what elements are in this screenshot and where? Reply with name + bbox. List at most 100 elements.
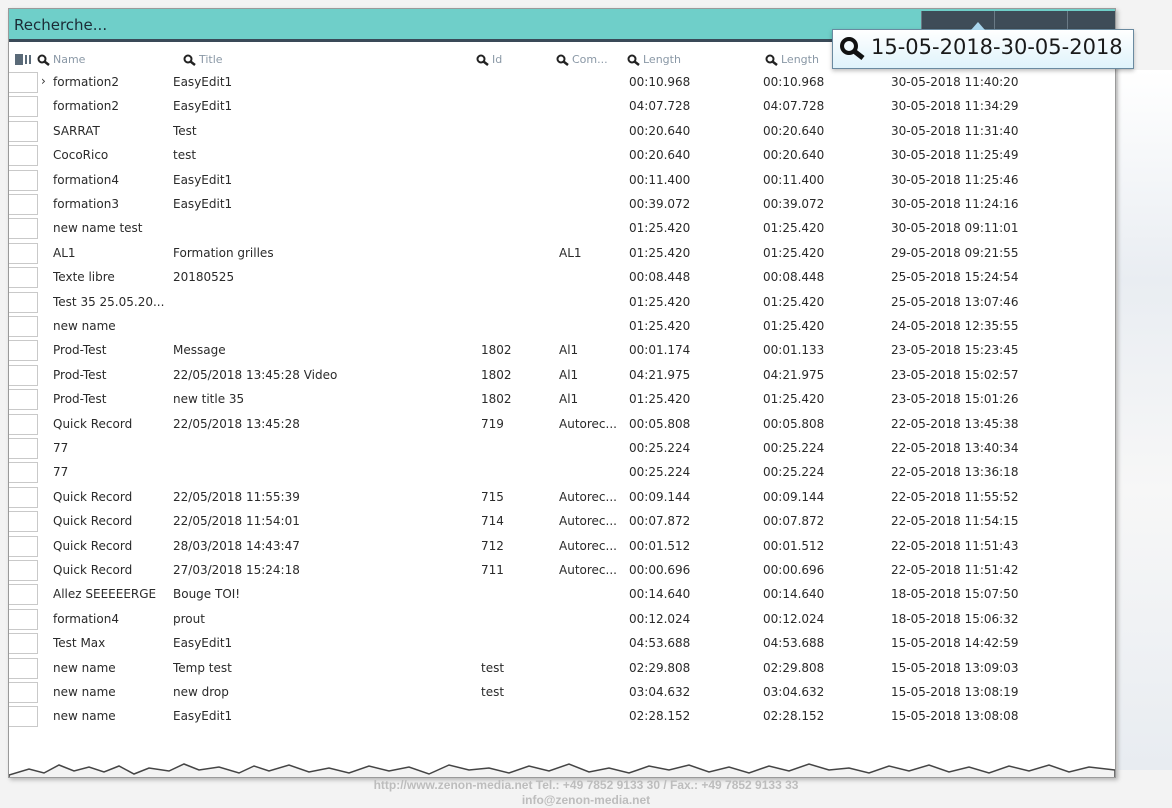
- row-selector[interactable]: [9, 389, 38, 411]
- cell-length2: 00:05.808: [763, 416, 825, 431]
- table-row[interactable]: new name Temp test test 02:29.808 02:29.808 1…: [9, 656, 1115, 680]
- cell-date: 18-05-2018 15:06:32: [891, 611, 1019, 626]
- cell-id: 1802: [481, 392, 512, 407]
- table-row[interactable]: Test 35 25.05.20... 01:25.420 01:25.420 25-…: [9, 290, 1115, 314]
- row-selector[interactable]: [9, 413, 38, 435]
- row-selector[interactable]: [9, 657, 38, 679]
- row-selector[interactable]: [9, 364, 38, 386]
- row-selector[interactable]: [9, 608, 38, 630]
- column-header-com[interactable]: Com...: [556, 53, 608, 66]
- column-chooser-icon[interactable]: [15, 54, 35, 68]
- date-filter-popup[interactable]: 15-05-2018-30-05-2018: [832, 22, 1134, 69]
- row-selector[interactable]: [9, 486, 38, 508]
- cell-id: 712: [481, 538, 504, 553]
- table-row[interactable]: new name EasyEdit1 02:28.152 02:28.152 15-05…: [9, 704, 1115, 728]
- cell-title: EasyEdit1: [173, 75, 233, 89]
- row-selector[interactable]: [9, 462, 38, 484]
- row-selector[interactable]: [9, 267, 38, 289]
- column-header-title[interactable]: Title: [183, 53, 223, 66]
- cell-date: 22-05-2018 13:45:38: [891, 416, 1019, 431]
- cell-name: new name: [53, 660, 116, 675]
- table-row[interactable]: 77 00:25.224 00:25.224 22-05-2018 13:36:18: [9, 460, 1115, 484]
- table-row[interactable]: Texte libre 20180525 00:08.448 00:08.448 25-…: [9, 265, 1115, 289]
- table-row[interactable]: Quick Record 28/03/2018 14:43:47 712 Autore…: [9, 534, 1115, 558]
- column-header-id[interactable]: Id: [476, 53, 502, 66]
- row-selector[interactable]: [9, 535, 38, 557]
- row-selector[interactable]: [9, 145, 38, 167]
- cell-name: AL1: [53, 245, 76, 260]
- row-selector[interactable]: [9, 340, 38, 362]
- cell-length: 00:12.024: [629, 611, 691, 626]
- cell-name: SARRAT: [53, 123, 100, 138]
- cell-date: 30-05-2018 09:11:01: [891, 221, 1019, 236]
- table-row[interactable]: Test Max EasyEdit1 04:53.688 04:53.688 15-05…: [9, 631, 1115, 655]
- table-row[interactable]: › formation2 EasyEdit1 00:10.968 00:10.968 30…: [9, 70, 1115, 94]
- table-row[interactable]: Prod-Test 22/05/2018 13:45:28 Video 1802 Al…: [9, 363, 1115, 387]
- row-selector[interactable]: [9, 584, 38, 606]
- row-selector[interactable]: [9, 560, 38, 581]
- table-row[interactable]: Prod-Test Message 1802 Al1 00:01.174 00:01.13…: [9, 338, 1115, 362]
- table-row[interactable]: SARRAT Test 00:20.640 00:20.640 30-05-2018 1…: [9, 119, 1115, 143]
- cell-name: Quick Record: [53, 563, 133, 577]
- cell-length2: 02:29.808: [763, 660, 825, 675]
- cell-com: Autorec...: [559, 416, 617, 431]
- table-row[interactable]: Quick Record 27/03/2018 15:24:18 711 Autore…: [9, 558, 1115, 582]
- table-row[interactable]: Quick Record 22/05/2018 13:45:28 719 Autore…: [9, 412, 1115, 436]
- table-row[interactable]: 77 00:25.224 00:25.224 22-05-2018 13:40:34: [9, 436, 1115, 460]
- table-row[interactable]: Quick Record 22/05/2018 11:54:01 714 Autore…: [9, 509, 1115, 533]
- row-selector[interactable]: [9, 218, 38, 240]
- row-selector[interactable]: [9, 316, 38, 337]
- cell-id: test: [481, 660, 505, 675]
- cell-title: Formation grilles: [173, 245, 274, 260]
- cell-title: new drop: [173, 685, 229, 699]
- column-header-name[interactable]: Name: [37, 53, 85, 66]
- table-row[interactable]: new name 01:25.420 01:25.420 24-05-2018 12:…: [9, 314, 1115, 338]
- row-selector[interactable]: [9, 682, 38, 703]
- row-selector[interactable]: [9, 291, 38, 313]
- cell-date: 30-05-2018 11:24:16: [891, 197, 1019, 211]
- row-selector[interactable]: [9, 633, 38, 655]
- table-row[interactable]: new name new drop test 03:04.632 03:04.632 15…: [9, 680, 1115, 704]
- cell-length2: 00:20.640: [763, 148, 825, 163]
- table-row[interactable]: formation4 EasyEdit1 00:11.400 00:11.400 30-…: [9, 168, 1115, 192]
- row-selector[interactable]: [9, 706, 38, 728]
- table-row[interactable]: new name test 01:25.420 01:25.420 30-05-201…: [9, 216, 1115, 240]
- row-selector[interactable]: [9, 511, 38, 533]
- cell-length: 00:01.512: [629, 538, 691, 553]
- row-selector[interactable]: [9, 169, 38, 191]
- row-selector[interactable]: [9, 96, 38, 118]
- cell-title: EasyEdit1: [173, 99, 233, 114]
- table-row[interactable]: formation4 prout 00:12.024 00:12.024 18-05-2…: [9, 607, 1115, 631]
- row-selector[interactable]: [9, 242, 38, 264]
- popup-pointer: [971, 22, 985, 30]
- cell-length2: 00:12.024: [763, 611, 825, 626]
- cell-length: 02:29.808: [629, 660, 691, 675]
- cell-com: Autorec...: [559, 514, 617, 529]
- table-row[interactable]: Quick Record 22/05/2018 11:55:39 715 Autore…: [9, 485, 1115, 509]
- table-row[interactable]: CocoRico test 00:20.640 00:20.640 30-05-2018…: [9, 143, 1115, 167]
- row-selector[interactable]: [9, 120, 38, 142]
- cell-name: new name test: [53, 221, 143, 236]
- cell-title: Message: [173, 343, 226, 358]
- column-header-length2[interactable]: Length: [765, 53, 819, 66]
- table-row[interactable]: formation3 EasyEdit1 00:39.072 00:39.072 30-…: [9, 192, 1115, 216]
- cell-date: 25-05-2018 13:07:46: [891, 294, 1019, 309]
- cell-length2: 02:28.152: [763, 709, 825, 724]
- cell-length: 00:25.224: [629, 441, 691, 455]
- table-row[interactable]: formation2 EasyEdit1 04:07.728 04:07.728 30-…: [9, 94, 1115, 118]
- row-selector[interactable]: [9, 72, 38, 93]
- date-filter-value[interactable]: 15-05-2018-30-05-2018: [871, 35, 1123, 59]
- row-selector[interactable]: [9, 194, 38, 215]
- cell-length: 01:25.420: [629, 319, 691, 333]
- column-header-length[interactable]: Length: [627, 53, 681, 66]
- row-selector[interactable]: [9, 438, 38, 459]
- table-row[interactable]: AL1 Formation grilles AL1 01:25.420 01:25.42…: [9, 241, 1115, 265]
- cell-length: 01:25.420: [629, 294, 691, 309]
- search-input[interactable]: [12, 13, 616, 37]
- table-row[interactable]: Allez SEEEEERGE Bouge TOI! 00:14.640 00:14.…: [9, 582, 1115, 606]
- cell-length2: 01:25.420: [763, 319, 825, 333]
- cell-length2: 01:25.420: [763, 294, 825, 309]
- column-label: Length: [781, 53, 819, 66]
- table-row[interactable]: Prod-Test new title 35 1802 Al1 01:25.420 01:…: [9, 387, 1115, 411]
- cell-length: 00:05.808: [629, 416, 691, 431]
